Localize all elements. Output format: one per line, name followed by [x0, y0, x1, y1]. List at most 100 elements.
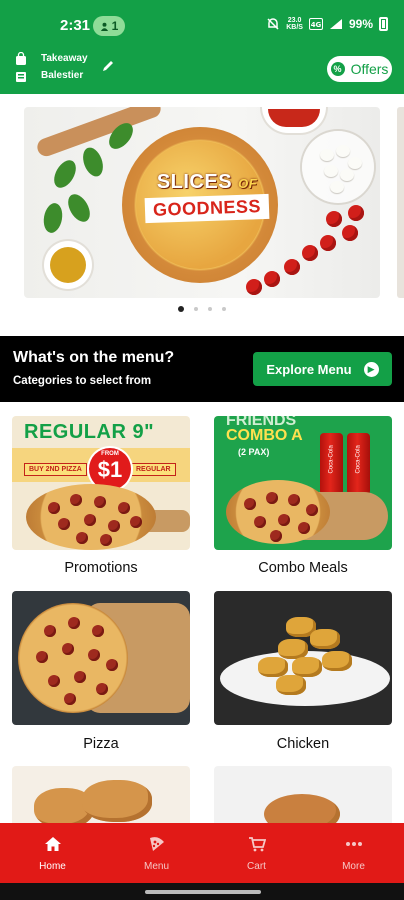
- more-icon: [345, 842, 362, 846]
- person-icon: [100, 22, 108, 31]
- chicken-nugget: [258, 657, 288, 677]
- category-label[interactable]: Promotions: [12, 560, 190, 576]
- bread-image: [82, 780, 152, 822]
- nav-cart-label: Cart: [247, 861, 266, 872]
- next-banner-peek[interactable]: [397, 107, 404, 298]
- nav-menu[interactable]: Menu: [106, 823, 207, 883]
- basil-leaf: [79, 144, 107, 180]
- status-time: 2:31: [60, 17, 91, 34]
- net-speed-unit: KB/S: [286, 24, 303, 31]
- pepperoni-pizza-image: [226, 480, 330, 544]
- status-bar: 2:31 1 23.0 KB/S 4G 99%: [0, 0, 404, 48]
- cherry-tomato: [342, 225, 358, 241]
- battery-icon: [379, 17, 388, 31]
- explore-menu-label: Explore Menu: [266, 361, 352, 377]
- pepperoni-pizza-image: [18, 603, 128, 713]
- basil-leaf: [49, 156, 81, 192]
- nav-menu-label: Menu: [143, 861, 169, 872]
- slogan-word-1: SLICES: [156, 171, 233, 193]
- category-card-chicken[interactable]: [214, 591, 392, 725]
- cherry-tomato: [320, 235, 336, 251]
- net-speed: 23.0 KB/S: [286, 17, 303, 31]
- chicken-nugget: [322, 651, 352, 671]
- carousel-dot[interactable]: [208, 307, 212, 311]
- notification-pill: 1: [93, 16, 125, 36]
- nav-more[interactable]: More: [303, 823, 404, 883]
- donut-image: [264, 794, 340, 826]
- slogan-word-2: GOODNESS: [144, 193, 270, 224]
- carousel-dot-active[interactable]: [178, 306, 184, 312]
- chicken-nugget: [292, 657, 322, 677]
- volte-icon: 4G: [308, 18, 323, 30]
- discount-icon: %: [330, 62, 345, 76]
- notification-count: 1: [111, 19, 119, 33]
- promo-tag: BUY 2ND PIZZA: [24, 463, 87, 476]
- promo-price: $1: [97, 457, 123, 482]
- cherry-tomato: [284, 259, 300, 275]
- explore-menu-button[interactable]: Explore Menu ▶: [253, 352, 392, 386]
- promo-carousel[interactable]: SLICES OF GOODNESS: [0, 94, 404, 336]
- takeaway-bag-icon: [16, 52, 26, 65]
- carousel-dot[interactable]: [194, 307, 198, 311]
- banner-slide[interactable]: SLICES OF GOODNESS: [24, 107, 380, 298]
- cart-icon: [248, 837, 266, 852]
- nav-home-label: Home: [39, 861, 66, 872]
- promo-tag: REGULAR: [131, 463, 176, 476]
- olive-oil-bowl: [44, 241, 92, 289]
- offers-label: Offers: [350, 61, 389, 77]
- basil-leaf: [41, 201, 65, 235]
- category-label[interactable]: Combo Meals: [214, 560, 392, 576]
- promo-headline: REGULAR 9": [24, 421, 155, 443]
- mute-icon: [267, 18, 279, 30]
- category-card-promotions[interactable]: REGULAR 9" BUY 2ND PIZZA REGULAR FROM $1: [12, 416, 190, 550]
- chicken-nugget: [276, 675, 306, 695]
- nav-cart[interactable]: Cart: [206, 823, 307, 883]
- net-speed-value: 23.0: [287, 17, 302, 24]
- cherry-tomato: [246, 279, 262, 295]
- category-card-combo-meals[interactable]: FRIENDS COMBO A (2 PAX): [214, 416, 392, 550]
- arrow-right-icon: ▶: [363, 361, 379, 377]
- order-mode[interactable]: Takeaway: [41, 53, 88, 64]
- banner-slogan: SLICES OF GOODNESS: [132, 171, 282, 224]
- system-gesture-bar: [0, 883, 404, 900]
- menu-section-header: What's on the menu? Categories to select…: [0, 336, 404, 402]
- menu-section-title: What's on the menu?: [13, 349, 175, 366]
- status-icons: 23.0 KB/S 4G 99%: [266, 17, 388, 31]
- basil-leaf: [63, 190, 95, 226]
- home-icon: [44, 837, 61, 851]
- cola-can-image: [347, 433, 370, 495]
- bottom-navigation: Home Menu Cart More: [0, 823, 404, 883]
- battery-percent: 99%: [348, 17, 373, 31]
- chicken-nugget: [310, 629, 340, 649]
- cherry-tomato: [302, 245, 318, 261]
- nav-home[interactable]: Home: [2, 823, 103, 883]
- pizza-slice-icon: [149, 837, 164, 851]
- cherry-tomato: [264, 271, 280, 287]
- offers-button[interactable]: % Offers: [327, 56, 392, 82]
- slogan-word-of: OF: [238, 176, 258, 191]
- promo-price-from: FROM: [101, 451, 119, 457]
- menu-section-subtitle: Categories to select from: [13, 375, 152, 387]
- nav-more-label: More: [342, 861, 365, 872]
- category-card-bread[interactable]: [12, 766, 190, 826]
- gesture-handle[interactable]: [145, 890, 261, 894]
- svg-text:4G: 4G: [311, 21, 322, 29]
- store-icon: [16, 72, 26, 82]
- app-header: Takeaway Balestier % Offers: [0, 48, 404, 94]
- store-location[interactable]: Balestier: [41, 70, 83, 81]
- signal-icon: [329, 19, 342, 29]
- pepperoni-pizza-image: [26, 484, 156, 550]
- mozzarella-bowl: [302, 131, 374, 203]
- combo-name: COMBO A: [226, 427, 303, 444]
- cherry-tomato: [348, 205, 364, 221]
- category-card-pizza[interactable]: [12, 591, 190, 725]
- carousel-dots: [0, 306, 404, 312]
- carousel-dot[interactable]: [222, 307, 226, 311]
- category-card-donut[interactable]: [214, 766, 392, 826]
- cola-can-image: [320, 433, 343, 495]
- category-label[interactable]: Pizza: [12, 736, 190, 752]
- category-label[interactable]: Chicken: [214, 736, 392, 752]
- cherry-tomato: [326, 211, 342, 227]
- edit-pencil-icon[interactable]: [101, 59, 115, 73]
- combo-pax: (2 PAX): [238, 447, 270, 457]
